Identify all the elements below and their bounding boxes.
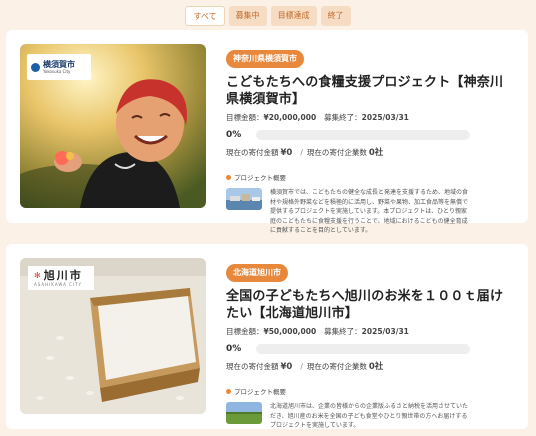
target-label: 目標金額： <box>226 113 264 122</box>
project-card[interactable]: 横須賀市 Yokosuka City 神奈川県横須賀市 こどもたちへの食糧支援プ… <box>6 30 528 234</box>
progress-bar <box>256 344 470 354</box>
project-summary: 北海道旭川市は、企業の皆様からの企業版ふるさと納税を活用させていただき、旭川産の… <box>226 402 514 431</box>
city-emblem-icon <box>31 62 40 72</box>
progress-row: 0% <box>226 344 514 354</box>
tab-goal-achieved[interactable]: 目標達成 <box>270 6 317 26</box>
progress-bar <box>256 130 470 140</box>
summary-label: プロジェクト概要 <box>234 388 286 396</box>
logo-city-sub: Yokosuka City <box>43 69 71 74</box>
project-meta: 目標金額：¥20,000,000 募集終了：2025/03/31 <box>226 112 514 123</box>
tab-all[interactable]: すべて <box>185 6 225 26</box>
project-summary: 横須賀市では、こどもたちの健全な成長と発達を支援するため、地域の食材や規格外野菜… <box>226 188 514 236</box>
tab-recruiting[interactable]: 募集中 <box>228 6 267 26</box>
end-label: 募集終了： <box>324 113 362 122</box>
city-emblem-icon: ✻ <box>34 271 41 280</box>
project-title[interactable]: 全国の子どもたちへ旭川のお米を１００ｔ届けたい【北海道旭川市】 <box>226 288 514 322</box>
summary-heading: プロジェクト概要 <box>226 386 514 396</box>
yokosuka-logo: 横須賀市 Yokosuka City <box>27 54 91 80</box>
logo-city-sub: ASAHIKAWA CITY <box>34 281 82 287</box>
current-donation: 現在の寄付金額 ¥0/現在の寄付企業数 0社 <box>226 148 384 158</box>
current-amount-label: 現在の寄付金額 <box>226 362 279 371</box>
project-card[interactable]: ✻ 旭川市 ASAHIKAWA CITY 北海道旭川市 全国の子どもたちへ旭川の… <box>6 244 528 429</box>
bullet-dot-icon <box>226 388 231 394</box>
current-amount: ¥0 <box>280 148 293 158</box>
project-photo-rice[interactable]: ✻ 旭川市 ASAHIKAWA CITY <box>20 258 206 414</box>
progress-percent: 0% <box>226 344 242 354</box>
summary-text: 北海道旭川市は、企業の皆様からの企業版ふるさと納税を活用させていただき、旭川産の… <box>270 403 469 429</box>
status-tabs: すべて 募集中 目標達成 終了 <box>0 6 536 26</box>
project-title[interactable]: こどもたちへの食糧支援プロジェクト【神奈川県横須賀市】 <box>226 74 514 108</box>
current-amount-label: 現在の寄付金額 <box>226 148 279 157</box>
summary-label: プロジェクト概要 <box>234 174 286 182</box>
target-amount: ¥20,000,000 <box>263 113 317 122</box>
target-amount: ¥50,000,000 <box>263 327 317 336</box>
end-label: 募集終了： <box>324 327 362 336</box>
summary-thumbnail <box>226 402 262 424</box>
logo-city-name: 横須賀市 <box>43 60 75 69</box>
logo-city-name: 旭川市 <box>43 268 83 282</box>
end-date: 2025/03/31 <box>361 327 409 336</box>
companies-label: 現在の寄付企業数 <box>306 148 367 157</box>
project-photo-child[interactable]: 横須賀市 Yokosuka City <box>20 44 206 208</box>
harbor-thumbnail-image <box>226 188 262 210</box>
progress-row: 0% <box>226 130 514 140</box>
project-content: 神奈川県横須賀市 こどもたちへの食糧支援プロジェクト【神奈川県横須賀市】 目標金… <box>226 46 514 236</box>
project-content: 北海道旭川市 全国の子どもたちへ旭川のお米を１００ｔ届けたい【北海道旭川市】 目… <box>226 260 514 431</box>
bullet-dot-icon <box>226 174 231 180</box>
tab-ended[interactable]: 終了 <box>320 6 351 26</box>
companies-count: 0社 <box>368 362 384 372</box>
target-label: 目標金額： <box>226 327 264 336</box>
companies-count: 0社 <box>368 148 384 158</box>
field-thumbnail-image <box>226 402 262 424</box>
summary-heading: プロジェクト概要 <box>226 172 514 182</box>
summary-text: 横須賀市では、こどもたちの健全な成長と発達を支援するため、地域の食材や規格外野菜… <box>270 189 469 234</box>
end-date: 2025/03/31 <box>361 113 409 122</box>
companies-label: 現在の寄付企業数 <box>306 362 367 371</box>
current-amount: ¥0 <box>280 362 293 372</box>
asahikawa-logo: ✻ 旭川市 ASAHIKAWA CITY <box>28 266 94 290</box>
project-meta: 目標金額：¥50,000,000 募集終了：2025/03/31 <box>226 326 514 337</box>
progress-percent: 0% <box>226 130 242 140</box>
summary-thumbnail <box>226 188 262 210</box>
prefecture-badge: 北海道旭川市 <box>226 264 288 282</box>
prefecture-badge: 神奈川県横須賀市 <box>226 50 304 68</box>
current-donation: 現在の寄付金額 ¥0/現在の寄付企業数 0社 <box>226 362 384 372</box>
